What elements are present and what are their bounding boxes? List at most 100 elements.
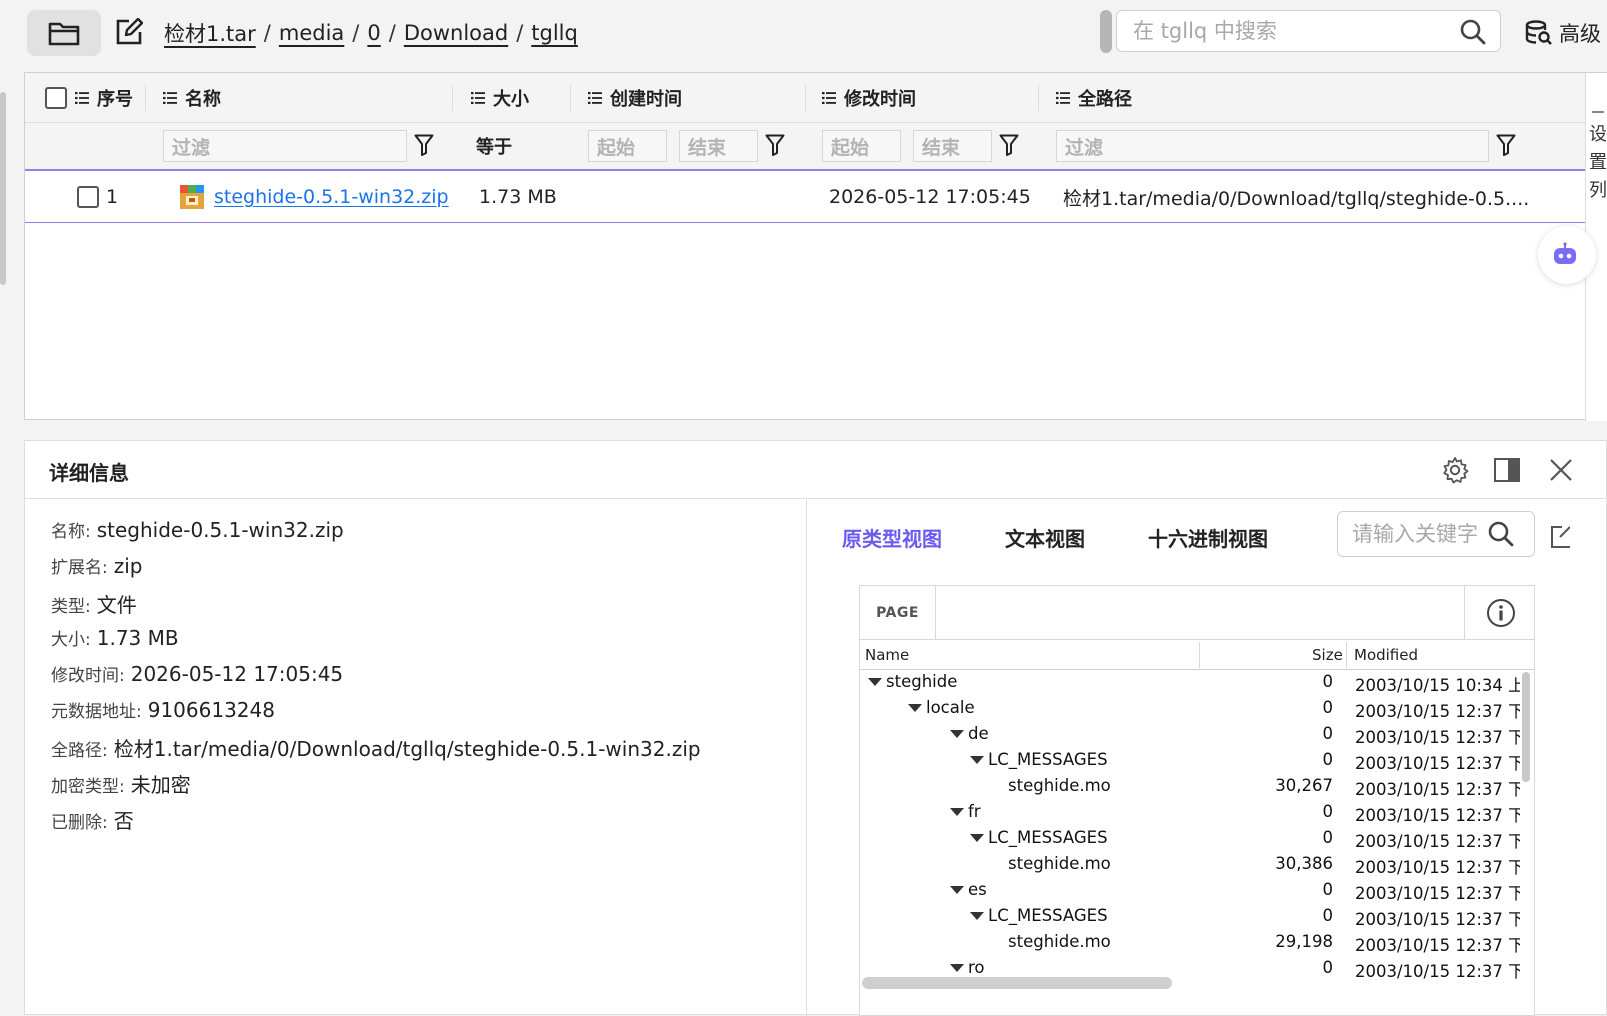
tree-horizontal-scrollbar[interactable] [862, 977, 1172, 989]
filter-icon[interactable] [1496, 134, 1516, 156]
column-header-modified[interactable]: 修改时间 [822, 73, 916, 123]
name-filter-input[interactable]: 过滤 [163, 130, 407, 162]
breadcrumb-item[interactable]: Download [404, 21, 508, 45]
tree-node-label: ro [968, 958, 985, 977]
breadcrumb-item[interactable]: 0 [367, 21, 380, 45]
tab-text-view[interactable]: 文本视图 [1005, 523, 1085, 552]
tree-node-name: steghide [868, 672, 957, 691]
column-divider[interactable] [1199, 642, 1200, 668]
row-checkbox[interactable] [77, 186, 99, 208]
expand-arrow-icon[interactable] [950, 807, 964, 816]
column-header-index[interactable]: 序号 [75, 73, 133, 123]
filter-icon[interactable] [414, 134, 434, 156]
open-external-icon[interactable] [1550, 523, 1570, 549]
assistant-bubble[interactable] [1538, 226, 1596, 284]
tree-column-modified[interactable]: Modified [1354, 640, 1418, 670]
left-edge-scrollbar[interactable] [0, 92, 6, 285]
filter-icon[interactable] [999, 134, 1019, 156]
path-filter-input[interactable]: 过滤 [1056, 130, 1489, 162]
tree-row[interactable]: steghide.mo 30,267 2003/10/15 12:37 下午 [860, 774, 1520, 800]
tree-node-size: 0 [1322, 698, 1334, 717]
advanced-search-button[interactable]: 高级 [1525, 18, 1601, 48]
tree-node-label: fr [968, 802, 981, 821]
prop-value: steghide-0.5.1-win32.zip [96, 518, 344, 542]
edit-icon[interactable] [115, 18, 143, 46]
tree-row[interactable]: steghide 0 2003/10/15 10:34 上午 [860, 670, 1520, 696]
tree-row[interactable]: steghide.mo 30,386 2003/10/15 12:37 下午 [860, 852, 1520, 878]
tree-column-name[interactable]: Name [865, 640, 909, 670]
expand-arrow-icon[interactable] [908, 703, 922, 712]
column-divider[interactable] [452, 85, 453, 111]
tab-native-view[interactable]: 原类型视图 [842, 523, 942, 552]
search-icon[interactable] [1460, 19, 1486, 45]
tree-node-name: steghide.mo [1008, 854, 1111, 873]
column-label: 大小 [493, 89, 529, 110]
column-divider[interactable] [805, 85, 806, 111]
tree-row[interactable]: LC_MESSAGES 0 2003/10/15 12:37 下午 [860, 748, 1520, 774]
prop-label: 大小: [51, 630, 91, 650]
tree-node-size: 0 [1322, 906, 1334, 925]
file-name-link[interactable]: steghide-0.5.1-win32.zip [214, 186, 449, 208]
tree-row[interactable]: LC_MESSAGES 0 2003/10/15 12:37 下午 [860, 826, 1520, 852]
column-divider[interactable] [570, 85, 571, 111]
split-view-icon[interactable] [1493, 456, 1521, 484]
tree-body: steghide 0 2003/10/15 10:34 上午 locale 0 2003/… [860, 670, 1520, 1015]
tree-row[interactable]: LC_MESSAGES 0 2003/10/15 12:37 下午 [860, 904, 1520, 930]
expand-arrow-icon[interactable] [950, 963, 964, 972]
page-tab[interactable]: PAGE [860, 586, 936, 640]
select-all-checkbox[interactable] [45, 87, 67, 109]
column-label: 全路径 [1078, 89, 1132, 110]
tree-row[interactable]: es 0 2003/10/15 12:37 下午 [860, 878, 1520, 904]
tab-hex-view[interactable]: 十六进制视图 [1148, 523, 1268, 552]
tree-node-label: steghide.mo [1008, 776, 1111, 795]
table-header-row: 序号 名称 大小 创建时间 修改时间 全路径 [25, 73, 1585, 123]
expand-arrow-icon[interactable] [970, 911, 984, 920]
modified-start-input[interactable]: 起始 [822, 130, 901, 162]
scroll-handle[interactable] [1100, 10, 1112, 53]
tree-row[interactable]: steghide.mo 29,198 2003/10/15 12:37 下午 [860, 930, 1520, 956]
size-filter-operator[interactable]: 等于 [476, 133, 512, 159]
tree-node-name: de [950, 724, 989, 743]
tree-node-modified: 2003/10/15 12:37 下午 [1355, 780, 1520, 799]
row-index: 1 [106, 186, 119, 208]
prop-metadata-address: 元数据地址: 9106613248 [51, 697, 275, 722]
tree-node-size: 0 [1322, 958, 1334, 977]
column-header-name[interactable]: 名称 [163, 73, 221, 123]
breadcrumb-item[interactable]: 检材1.tar [164, 18, 256, 48]
table-row[interactable]: 1 steghide-0.5.1-win32.zip 1.73 MB 2026-… [25, 171, 1585, 223]
created-end-input[interactable]: 结束 [679, 130, 758, 162]
breadcrumb-item[interactable]: media [279, 21, 344, 45]
tree-vertical-scrollbar[interactable] [1522, 672, 1530, 782]
expand-arrow-icon[interactable] [950, 729, 964, 738]
info-icon[interactable] [1464, 586, 1534, 640]
column-header-size[interactable]: 大小 [471, 73, 529, 123]
close-icon[interactable] [1548, 457, 1574, 483]
expand-arrow-icon[interactable] [868, 677, 882, 686]
column-divider[interactable] [145, 85, 146, 111]
column-divider[interactable] [1038, 85, 1039, 111]
expand-arrow-icon[interactable] [970, 833, 984, 842]
column-divider[interactable] [1346, 642, 1347, 668]
tree-column-size[interactable]: Size [1312, 640, 1343, 670]
search-icon[interactable] [1488, 521, 1514, 547]
tree-row[interactable]: de 0 2003/10/15 12:37 下午 [860, 722, 1520, 748]
column-header-fullpath[interactable]: 全路径 [1056, 73, 1132, 123]
expand-arrow-icon[interactable] [950, 885, 964, 894]
created-start-input[interactable]: 起始 [588, 130, 667, 162]
search-input[interactable] [1133, 11, 1453, 51]
filter-icon[interactable] [765, 134, 785, 156]
modified-end-input[interactable]: 结束 [913, 130, 992, 162]
breadcrumb-separator: / [516, 21, 524, 45]
prop-label: 修改时间: [51, 666, 125, 686]
keyword-search-box [1337, 511, 1535, 557]
folder-button[interactable] [27, 10, 101, 56]
tree-node-label: LC_MESSAGES [988, 750, 1108, 769]
tree-row[interactable]: locale 0 2003/10/15 12:37 下午 [860, 696, 1520, 722]
list-icon [75, 92, 89, 104]
gear-icon[interactable] [1441, 456, 1469, 484]
tree-row[interactable]: fr 0 2003/10/15 12:37 下午 [860, 800, 1520, 826]
breadcrumb-item[interactable]: tgllq [531, 21, 578, 45]
expand-arrow-icon[interactable] [970, 755, 984, 764]
keyword-input[interactable] [1352, 512, 1482, 556]
column-header-created[interactable]: 创建时间 [588, 73, 682, 123]
